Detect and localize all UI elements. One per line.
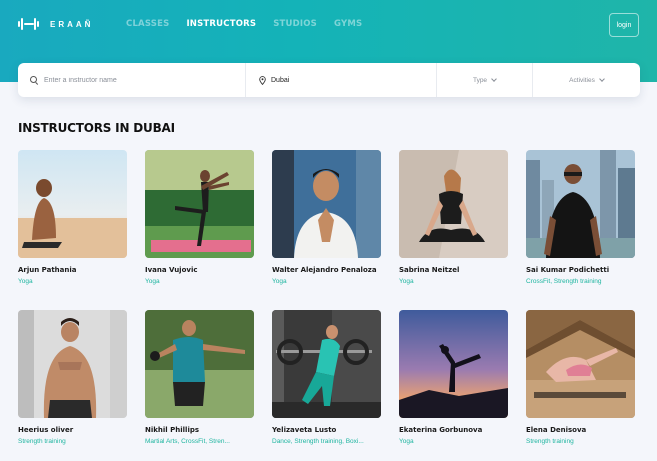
instructor-card[interactable]: Nikhil Phillips Martial Arts, CrossFit, …: [145, 310, 254, 445]
brand-logo[interactable]: ERAAÑ: [18, 18, 93, 30]
instructor-name: Yelizaveta Lusto: [272, 426, 337, 434]
type-dropdown-label: Type: [472, 76, 488, 84]
instructor-tags: CrossFit, Strength training: [526, 278, 602, 285]
instructor-name: Sabrina Neitzel: [399, 266, 460, 274]
instructor-card[interactable]: Elena Denisova Strength training: [526, 310, 635, 445]
instructor-name: Elena Denisova: [526, 426, 587, 434]
activities-dropdown[interactable]: Activities: [533, 63, 640, 97]
instructor-tags: Yoga: [399, 438, 414, 445]
instructor-card[interactable]: Sabrina Neitzel Yoga: [399, 150, 508, 285]
instructor-photo: [399, 310, 508, 418]
location-field[interactable]: Dubai: [246, 63, 437, 97]
main-nav: CLASSES INSTRUCTORS STUDIOS GYMS: [126, 19, 362, 29]
instructor-tags: Yoga: [272, 278, 287, 285]
instructor-card[interactable]: Walter Alejandro Penaloza Yoga: [272, 150, 381, 285]
search-bar: Dubai Type Activities: [18, 63, 640, 97]
instructor-photo: [145, 150, 254, 258]
instructor-photo: [399, 150, 508, 258]
location-value: Dubai: [271, 76, 290, 84]
instructor-card[interactable]: Arjun Pathania Yoga: [18, 150, 127, 285]
instructor-name: Arjun Pathania: [18, 266, 77, 274]
instructor-tags: Strength training: [526, 438, 574, 445]
instructor-photo: [18, 150, 127, 258]
instructor-card[interactable]: Sai Kumar Podichetti CrossFit, Strength …: [526, 150, 635, 285]
instructor-card[interactable]: Yelizaveta Lusto Dance, Strength trainin…: [272, 310, 381, 445]
instructor-name-input[interactable]: [44, 76, 224, 84]
instructor-photo: [18, 310, 127, 418]
instructor-name: Nikhil Phillips: [145, 426, 200, 434]
instructor-tags: Strength training: [18, 438, 66, 445]
page-title: INSTRUCTORS IN DUBAI: [18, 121, 175, 135]
instructor-card[interactable]: Heerius oliver Strength training: [18, 310, 127, 445]
brand-name: ERAAÑ: [50, 19, 94, 29]
chevron-down-icon: [598, 75, 605, 82]
instructor-name: Walter Alejandro Penaloza: [272, 266, 377, 274]
activities-dropdown-label: Activities: [569, 76, 595, 84]
instructor-photo: [272, 150, 381, 258]
instructor-name: Ivana Vujovic: [145, 266, 198, 274]
map-pin-icon: [259, 75, 266, 85]
search-icon: [30, 76, 38, 84]
nav-item-classes[interactable]: CLASSES: [126, 19, 169, 29]
instructor-photo: [526, 310, 635, 418]
instructor-card[interactable]: Ekaterina Gorbunova Yoga: [399, 310, 508, 445]
login-button[interactable]: login: [609, 13, 639, 37]
nav-item-gyms[interactable]: GYMS: [334, 19, 362, 29]
dumbbell-logo-icon: [18, 18, 40, 30]
instructor-search-field: [18, 63, 246, 97]
nav-item-instructors[interactable]: INSTRUCTORS: [186, 19, 256, 29]
type-dropdown[interactable]: Type: [437, 63, 533, 97]
instructor-tags: Yoga: [145, 278, 160, 285]
instructor-card[interactable]: Ivana Vujovic Yoga: [145, 150, 254, 285]
instructor-name: Heerius oliver: [18, 426, 74, 434]
instructor-name: Ekaterina Gorbunova: [399, 426, 483, 434]
instructor-tags: Yoga: [18, 278, 33, 285]
instructor-name: Sai Kumar Podichetti: [526, 266, 610, 274]
instructor-tags: Yoga: [399, 278, 414, 285]
nav-item-studios[interactable]: STUDIOS: [273, 19, 317, 29]
instructor-photo: [145, 310, 254, 418]
instructor-photo: [526, 150, 635, 258]
chevron-down-icon: [491, 75, 497, 82]
instructor-tags: Dance, Strength training, Boxi...: [272, 438, 364, 445]
instructor-tags: Martial Arts, CrossFit, Stren...: [145, 438, 230, 445]
instructor-photo: [272, 310, 381, 418]
